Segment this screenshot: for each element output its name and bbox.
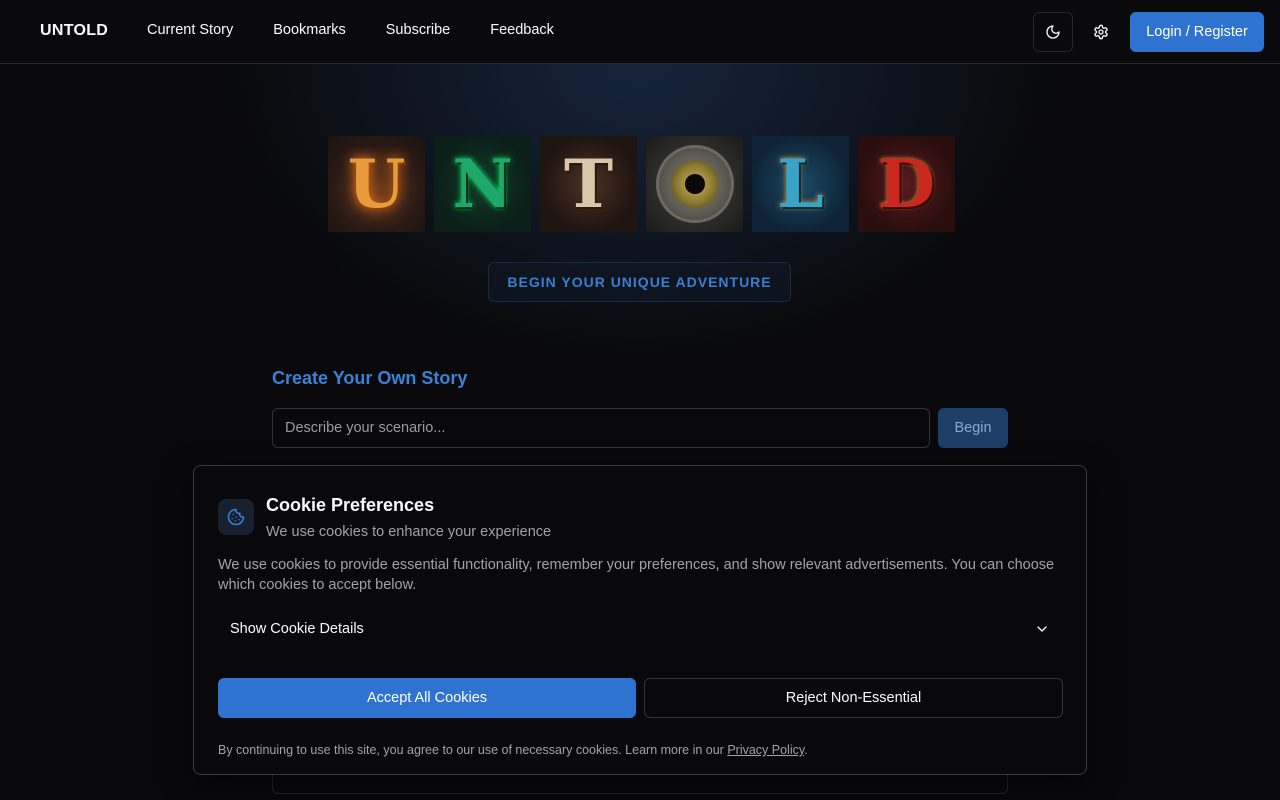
nav-bookmarks[interactable]: Bookmarks xyxy=(273,22,346,38)
theme-toggle-button[interactable] xyxy=(1033,12,1073,52)
logo-tile-d: D xyxy=(858,136,955,232)
scenario-input[interactable] xyxy=(272,408,930,448)
eye-pupil xyxy=(684,174,705,194)
main-nav: Current Story Bookmarks Subscribe Feedba… xyxy=(147,22,554,38)
logo-tile-o-eye xyxy=(646,136,743,232)
cookie-footer-text: By continuing to use this site, you agre… xyxy=(218,743,728,757)
nav-current-story[interactable]: Current Story xyxy=(147,22,233,38)
show-cookie-details-toggle[interactable]: Show Cookie Details xyxy=(218,611,1062,647)
brand-logo[interactable]: UNTOLD xyxy=(40,22,108,40)
nav-feedback[interactable]: Feedback xyxy=(490,22,554,38)
cookie-dialog-subtitle: We use cookies to enhance your experienc… xyxy=(266,524,552,540)
logo-tile-u: U xyxy=(328,136,425,232)
eye-iris xyxy=(670,160,719,208)
logo-tile-t: T xyxy=(540,136,637,232)
logo-tile-n: N xyxy=(434,136,531,232)
cookie-preferences-dialog: Cookie Preferences We use cookies to enh… xyxy=(193,465,1087,775)
cookie-icon xyxy=(227,508,245,526)
show-cookie-details-label: Show Cookie Details xyxy=(230,621,364,637)
login-register-button[interactable]: Login / Register xyxy=(1130,12,1264,52)
gear-icon xyxy=(1094,24,1108,40)
begin-adventure-button[interactable]: BEGIN YOUR UNIQUE ADVENTURE xyxy=(488,262,791,302)
privacy-policy-link[interactable]: Privacy Policy xyxy=(727,743,804,757)
eye-icon xyxy=(655,145,734,223)
cookie-dialog-title: Cookie Preferences xyxy=(266,495,435,515)
logo-tile-l: L xyxy=(752,136,849,232)
reject-non-essential-button[interactable]: Reject Non-Essential xyxy=(644,678,1063,718)
accept-all-cookies-button[interactable]: Accept All Cookies xyxy=(218,678,636,718)
top-navbar: UNTOLD Current Story Bookmarks Subscribe… xyxy=(0,0,1280,64)
moon-icon xyxy=(1046,25,1060,39)
untold-logo-tiles: U N T L D xyxy=(328,136,955,232)
cookie-icon-container xyxy=(218,499,254,535)
create-story-heading: Create Your Own Story xyxy=(272,368,468,388)
begin-button[interactable]: Begin xyxy=(938,408,1008,448)
nav-subscribe[interactable]: Subscribe xyxy=(386,22,450,38)
cookie-footer-note: By continuing to use this site, you agre… xyxy=(218,743,808,757)
cookie-dialog-description: We use cookies to provide essential func… xyxy=(218,557,1055,593)
settings-button[interactable] xyxy=(1081,12,1121,52)
cookie-footer-end: . xyxy=(804,743,808,757)
chevron-down-icon xyxy=(1037,626,1047,632)
